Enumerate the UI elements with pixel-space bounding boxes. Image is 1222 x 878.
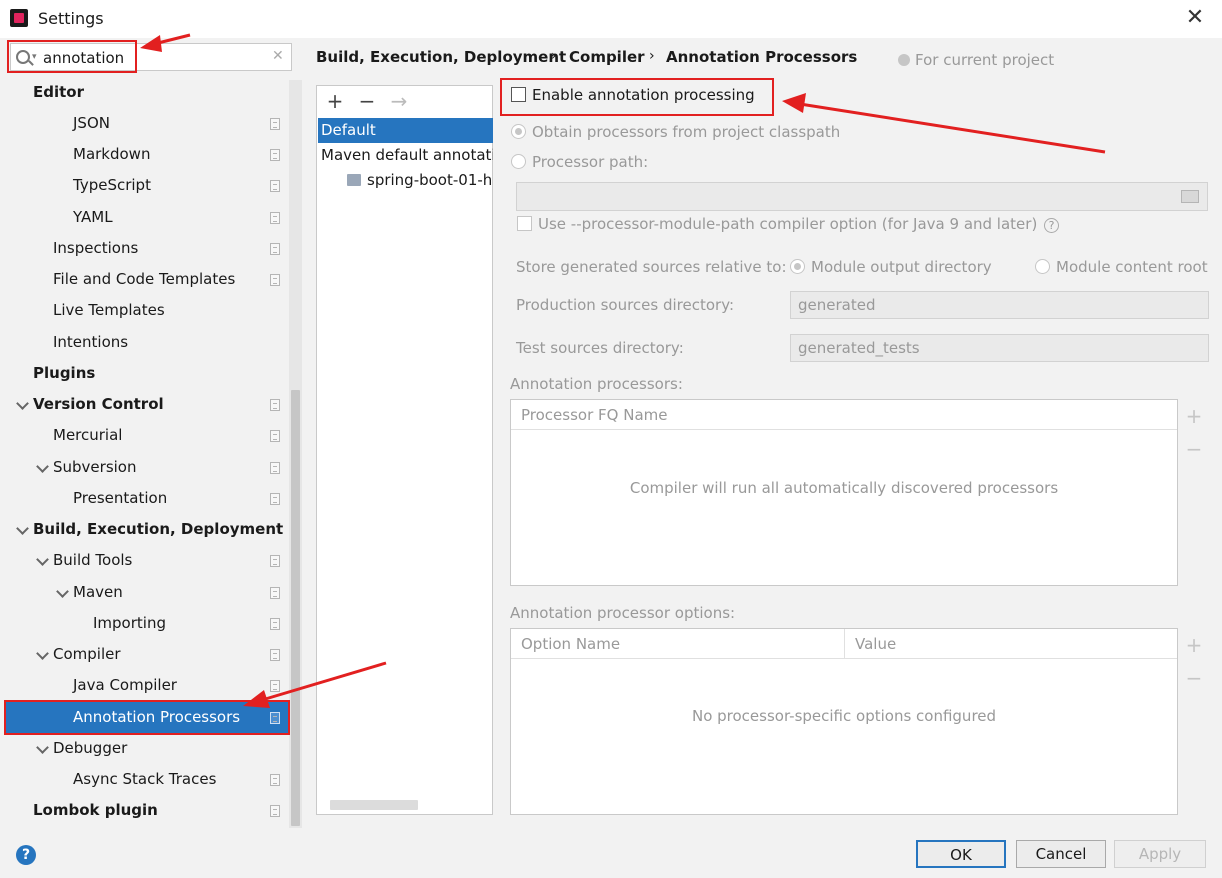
arrow-to-annotation-processors-line bbox=[261, 661, 387, 702]
arrow-to-enable-head bbox=[782, 93, 806, 113]
arrow-to-enable-line bbox=[799, 102, 1106, 154]
annotation-arrows bbox=[140, 33, 1106, 708]
arrow-to-annotation-processors-head bbox=[243, 690, 270, 708]
arrow-to-search-head bbox=[140, 35, 162, 52]
